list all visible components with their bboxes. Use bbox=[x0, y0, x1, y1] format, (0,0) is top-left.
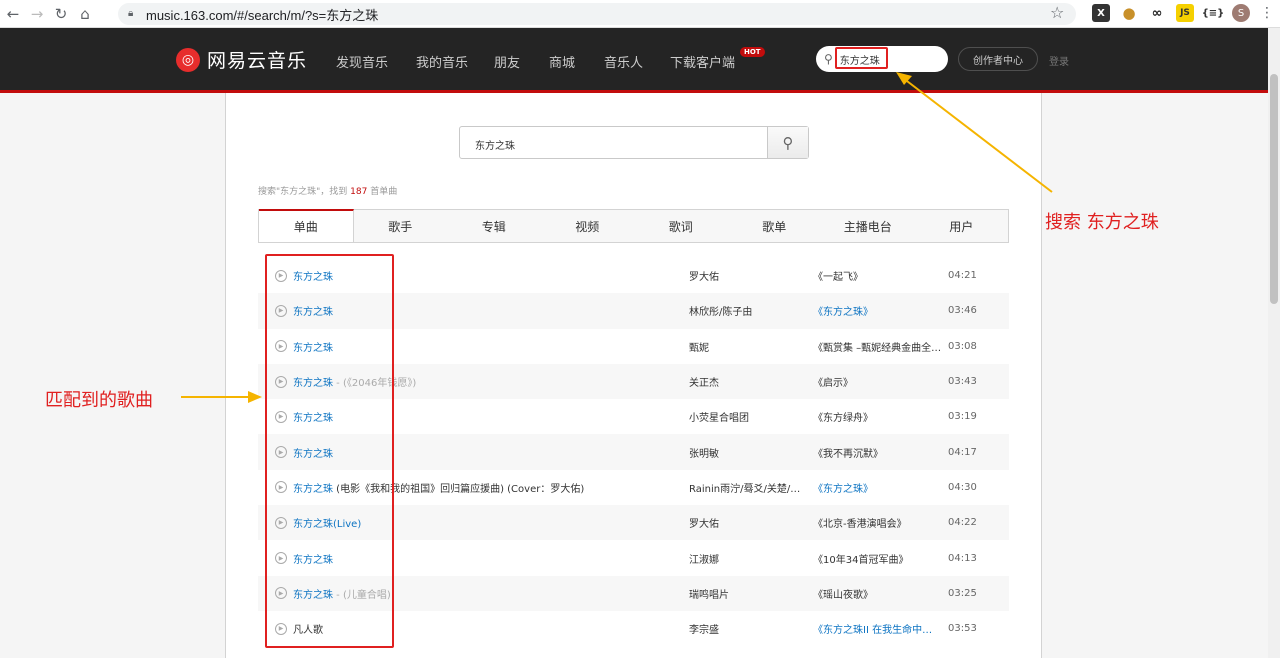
match-annotation: 匹配到的歌曲 bbox=[45, 390, 153, 411]
match-arrow-head bbox=[248, 391, 262, 403]
page-scrollbar[interactable] bbox=[1268, 28, 1280, 658]
search-annotation: 搜索 东方之珠 bbox=[1045, 212, 1159, 233]
scrollbar-thumb[interactable] bbox=[1270, 74, 1278, 304]
search-arrow-line bbox=[902, 77, 1053, 193]
annotation-arrows bbox=[181, 72, 1053, 403]
